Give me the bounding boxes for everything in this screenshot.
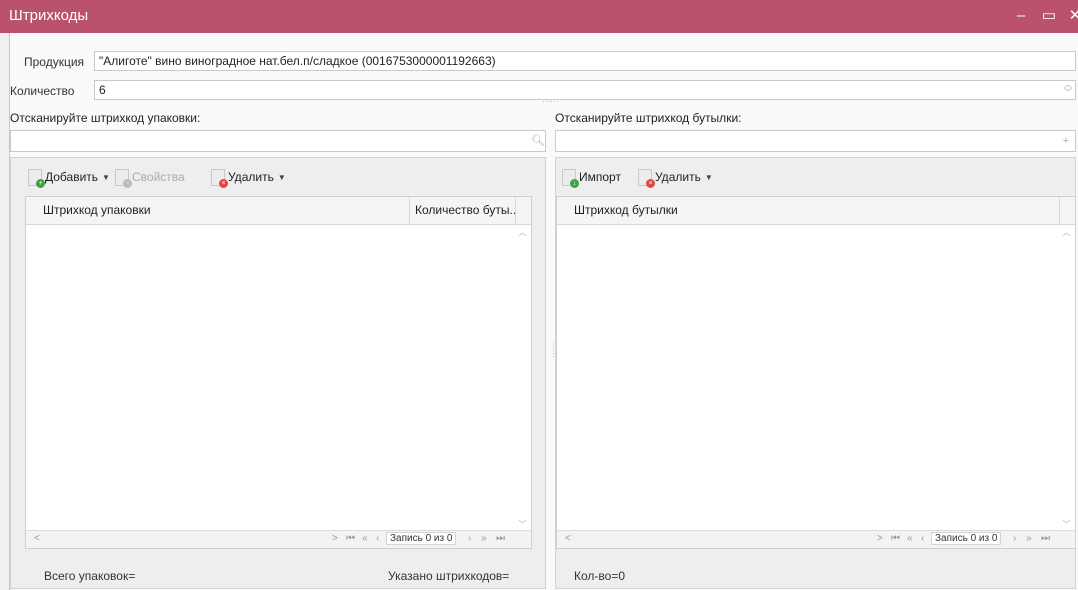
close-icon[interactable]: ✕ <box>1064 4 1078 28</box>
prev-page-group-icon[interactable]: « <box>907 533 913 544</box>
package-grid: Штрихкод упаковки Количество буты... ︿ ﹀… <box>25 196 532 549</box>
add-button-label: Добавить <box>45 170 99 184</box>
properties-button-label: Свойства <box>132 170 185 184</box>
spin-arrows-icon[interactable]: ︿ ﹀ <box>1064 81 1072 97</box>
bottle-delete-button[interactable]: × Удалить ▼ <box>638 167 713 188</box>
bottle-grid: Штрихкод бутылки ︿ ﹀ < > ⏮ « ‹ Запись 0 … <box>556 196 1076 549</box>
last-page-icon[interactable]: ⏭ <box>1041 533 1050 544</box>
bottle-scan-label: Отсканируйте штрихкод бутылки: <box>555 111 742 125</box>
document-delete-icon: × <box>638 168 655 188</box>
total-packages-label: Всего упаковок= <box>44 569 136 583</box>
prev-page-icon[interactable]: ‹ <box>921 533 924 544</box>
document-delete-icon: × <box>211 168 228 188</box>
minimize-icon[interactable]: – <box>1010 4 1032 28</box>
column-header-bottle-barcode[interactable]: Штрихкод бутылки <box>557 197 1060 224</box>
scroll-down-icon[interactable]: ﹀ <box>1058 519 1075 530</box>
prev-page-icon[interactable]: ‹ <box>376 533 379 544</box>
delete-button[interactable]: × Удалить ▼ <box>211 167 286 188</box>
quantity-label: Количество <box>10 84 75 98</box>
product-field[interactable]: "Алиготе" вино виноградное нат.бел.п/сла… <box>94 51 1076 71</box>
document-add-icon: + <box>28 168 45 188</box>
document-properties-icon: ◦ <box>115 168 132 188</box>
quantity-stepper[interactable]: 6 ︿ ﹀ <box>94 80 1076 100</box>
first-page-icon[interactable]: ⏮ <box>891 533 900 544</box>
next-page-group-icon[interactable]: » <box>1026 533 1032 544</box>
chevron-down-icon: ▼ <box>704 172 713 182</box>
package-grid-vscrollbar[interactable]: ︿ ﹀ <box>514 225 531 532</box>
scroll-right-icon[interactable]: > <box>332 533 338 544</box>
next-page-icon[interactable]: › <box>1013 533 1016 544</box>
package-panel: + Добавить ▼ ◦ Свойства × Удалить ▼ Штри… <box>10 157 546 589</box>
scroll-down-icon[interactable]: ﹀ <box>514 519 531 530</box>
package-grid-header: Штрихкод упаковки Количество буты... <box>26 197 531 225</box>
horizontal-splitter-grip[interactable]: ⋯⋯ <box>542 96 559 107</box>
scroll-right-icon[interactable]: > <box>877 533 883 544</box>
next-page-group-icon[interactable]: » <box>481 533 487 544</box>
search-icon[interactable]: 🔍︎ <box>530 132 546 150</box>
chevron-down-icon: ▼ <box>102 172 110 182</box>
record-counter: Запись 0 из 0 <box>386 532 457 545</box>
bottle-toolbar: ↓ Импорт × Удалить ▼ <box>556 158 1075 194</box>
quantity-value: 6 <box>99 83 106 97</box>
delete-button-label: Удалить <box>228 170 274 184</box>
window-titlebar: Штрихкоды – ▭ ✕ <box>0 0 1078 33</box>
first-page-icon[interactable]: ⏮ <box>346 533 355 544</box>
add-button[interactable]: + Добавить ▼ <box>28 167 110 188</box>
properties-button[interactable]: ◦ Свойства <box>115 167 185 188</box>
bottle-grid-pager: < > ⏮ « ‹ Запись 0 из 0 › » ⏭ <box>557 530 1075 548</box>
scroll-up-icon[interactable]: ︿ <box>1058 227 1075 238</box>
next-page-icon[interactable]: › <box>468 533 471 544</box>
bottle-count-label: Кол-во=0 <box>574 569 625 583</box>
package-grid-pager: < > ⏮ « ‹ Запись 0 из 0 › » ⏭ <box>26 530 531 548</box>
column-header-bottle-count[interactable]: Количество буты... <box>410 197 516 224</box>
maximize-icon[interactable]: ▭ <box>1038 4 1060 28</box>
package-scan-input[interactable] <box>10 130 546 152</box>
record-counter: Запись 0 из 0 <box>931 532 1002 545</box>
import-button[interactable]: ↓ Импорт <box>562 167 621 188</box>
last-page-icon[interactable]: ⏭ <box>496 533 505 544</box>
prev-page-group-icon[interactable]: « <box>362 533 368 544</box>
bottle-panel: ↓ Импорт × Удалить ▼ Штрихкод бутылки ︿ … <box>555 157 1076 589</box>
barcodes-specified-label: Указано штрихкодов= <box>388 569 510 583</box>
column-header-package-barcode[interactable]: Штрихкод упаковки <box>26 197 410 224</box>
barcodes-window: Продукция "Алиготе" вино виноградное нат… <box>9 33 1078 590</box>
product-label: Продукция <box>24 55 85 69</box>
window-title: Штрихкоды <box>9 7 89 24</box>
chevron-down-icon: ▼ <box>277 172 286 182</box>
package-toolbar: + Добавить ▼ ◦ Свойства × Удалить ▼ <box>11 158 545 194</box>
import-button-label: Импорт <box>579 170 621 184</box>
package-scan-label: Отсканируйте штрихкод упаковки: <box>10 111 201 125</box>
bottle-grid-vscrollbar[interactable]: ︿ ﹀ <box>1058 225 1075 532</box>
scroll-up-icon[interactable]: ︿ <box>514 227 531 238</box>
bottle-scan-input[interactable] <box>555 130 1076 152</box>
bottle-delete-button-label: Удалить <box>655 170 701 184</box>
add-icon[interactable]: + <box>1058 132 1074 150</box>
bottle-grid-header: Штрихкод бутылки <box>557 197 1075 225</box>
document-import-icon: ↓ <box>562 168 579 188</box>
scroll-left-icon[interactable]: < <box>34 533 40 544</box>
scroll-left-icon[interactable]: < <box>565 533 571 544</box>
